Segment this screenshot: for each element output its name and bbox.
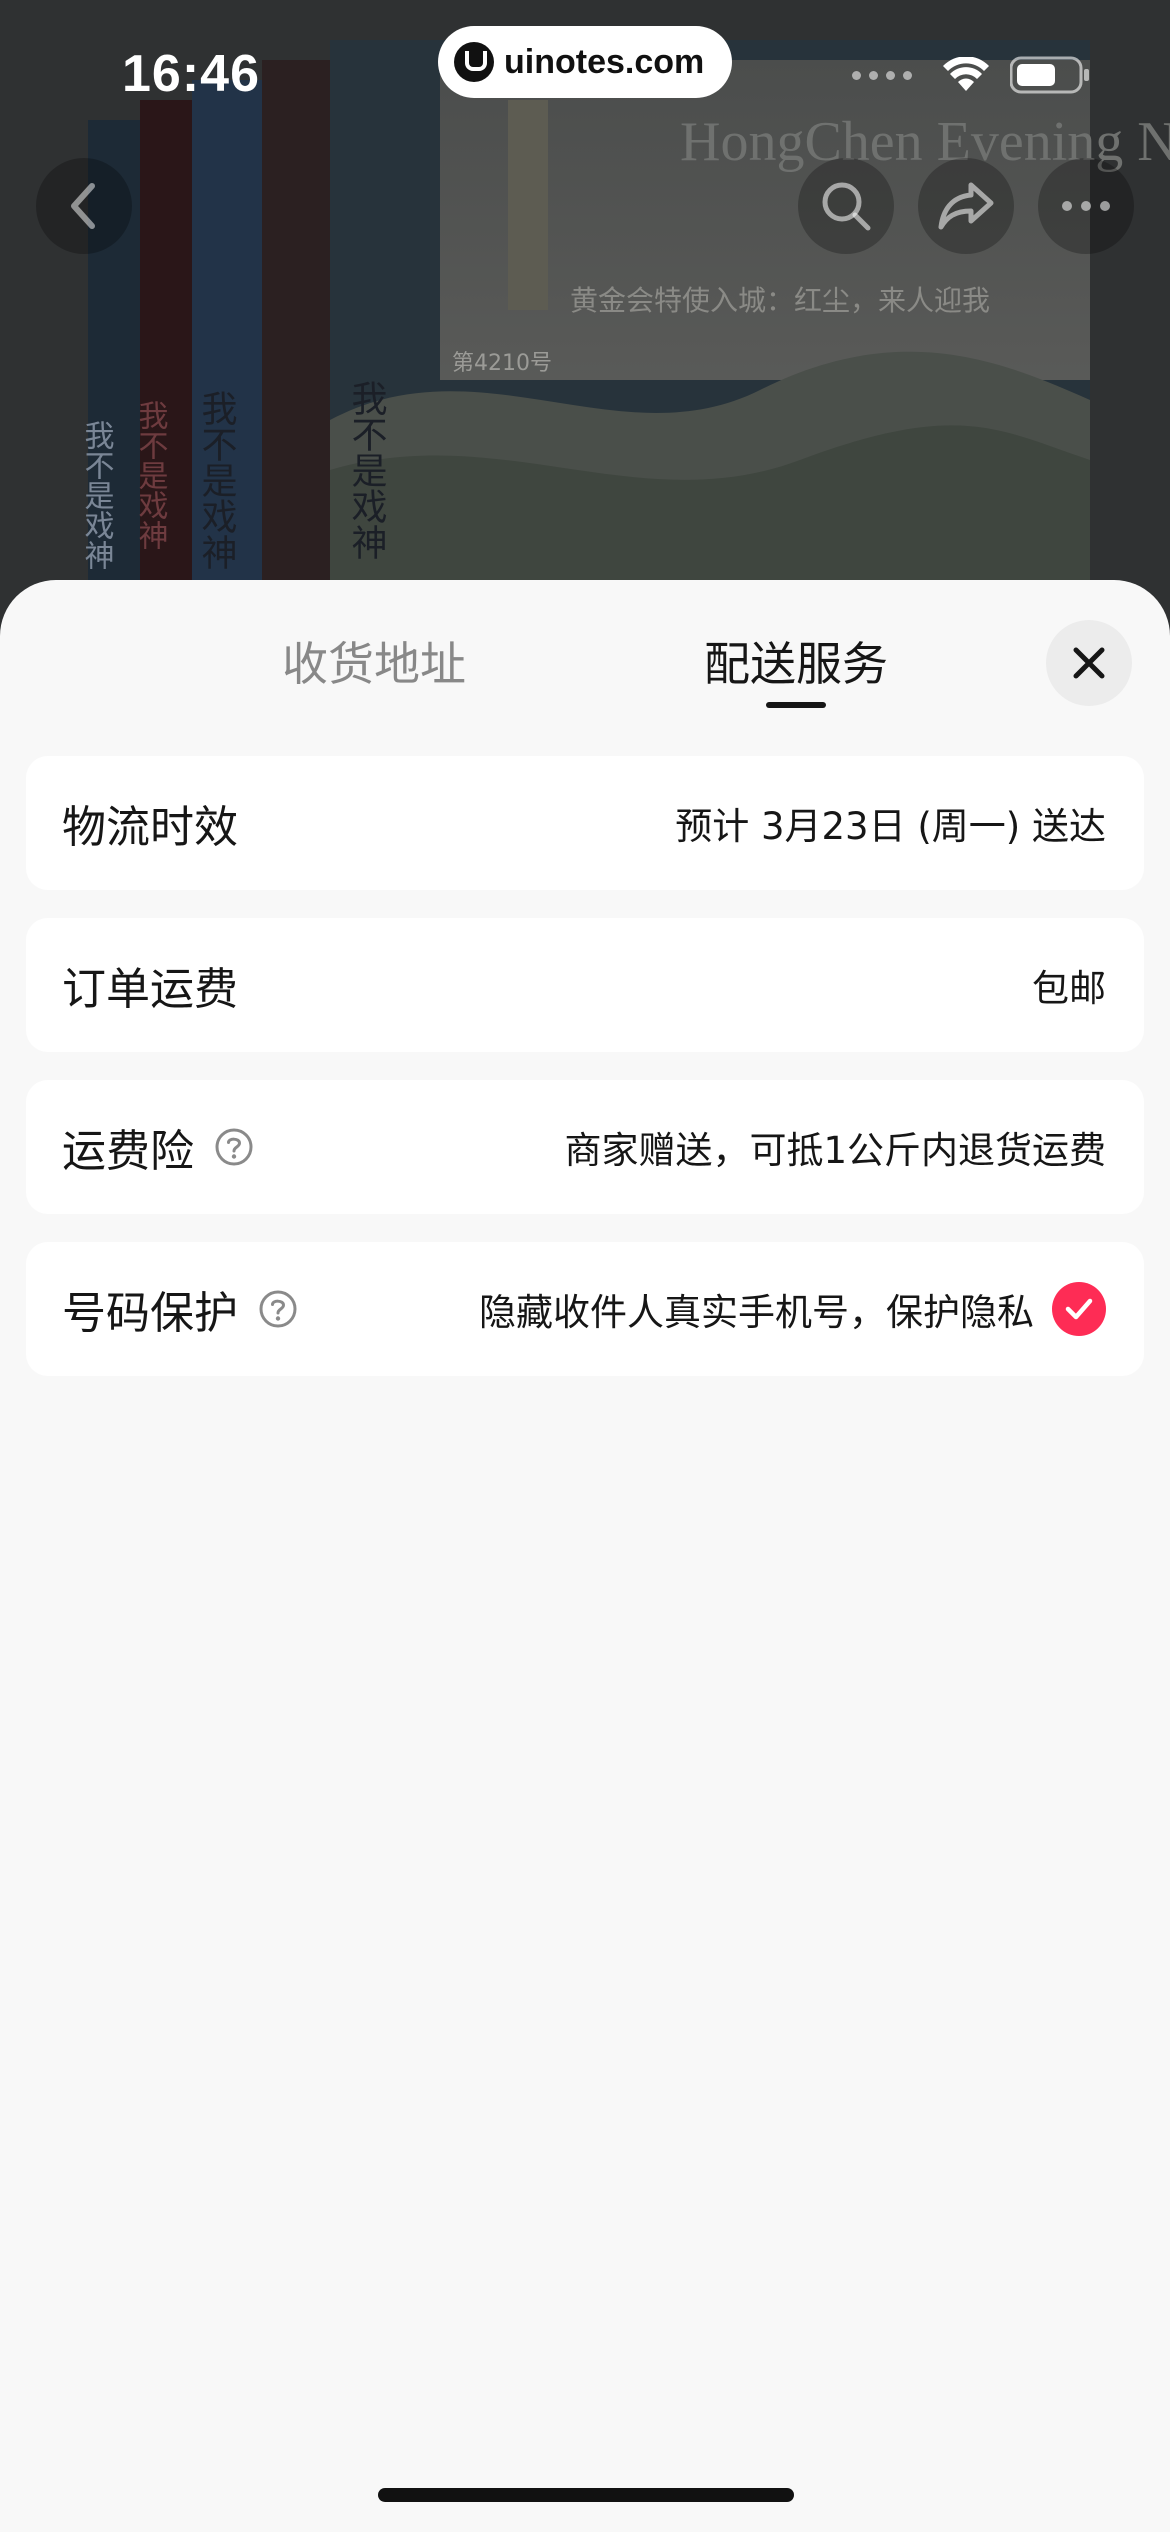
check-circle-icon[interactable] [1052, 1282, 1106, 1336]
back-button[interactable] [36, 158, 132, 254]
tab-delivery-service[interactable]: 配送服务 [704, 628, 888, 694]
more-button[interactable] [1038, 158, 1134, 254]
row-value-group: 隐藏收件人真实手机号，保护隐私 [479, 1282, 1106, 1336]
chevron-left-icon [71, 183, 95, 229]
home-indicator [378, 2488, 794, 2502]
checkmark-icon [1065, 1298, 1093, 1320]
share-icon [938, 182, 994, 230]
row-shipping-insurance: 运费险 商家赠送，可抵1公斤内退货运费 [26, 1080, 1144, 1214]
search-icon [822, 182, 871, 231]
row-label-group: 号码保护 [62, 1277, 298, 1341]
tab-address[interactable]: 收货地址 [282, 628, 466, 694]
question-circle-icon[interactable] [214, 1127, 254, 1167]
row-value: 包邮 [1032, 967, 1106, 1010]
sheet-header: 收货地址 配送服务 [0, 580, 1170, 740]
question-circle-icon[interactable] [258, 1289, 298, 1329]
row-value: 商家赠送，可抵1公斤内退货运费 [564, 1129, 1106, 1172]
status-time: 16:46 [122, 45, 260, 103]
row-number-protection[interactable]: 号码保护 隐藏收件人真实手机号，保护隐私 [26, 1242, 1144, 1376]
row-label: 号码保护 [62, 1288, 238, 1339]
book-title-2: 我不是戏神 [133, 400, 169, 550]
wifi-icon [943, 57, 989, 91]
row-value: 预计 3月23日 (周一) 送达 [675, 805, 1106, 848]
uinotes-logo-icon [454, 42, 494, 82]
share-button[interactable] [918, 158, 1014, 254]
watermark-pill: uinotes.com [438, 26, 732, 98]
battery-icon [1010, 56, 1089, 94]
active-tab-indicator [766, 702, 826, 708]
row-label-group: 运费险 [62, 1115, 254, 1179]
row-shipping-fee: 订单运费 包邮 [26, 918, 1144, 1052]
book-title-3: 我不是戏神 [196, 390, 237, 570]
newspaper-issue: 第4210号 [452, 351, 552, 376]
delivery-sheet: 收货地址 配送服务 物流时效 预计 3月23日 (周一) 送达 订单运费 包邮 … [0, 580, 1170, 2532]
newspaper-headline: 黄金会特使入城：红尘，来人迎我 [570, 284, 990, 317]
row-label: 运费险 [62, 1126, 194, 1177]
close-icon [1073, 647, 1105, 679]
book-title-1: 我不是戏神 [79, 420, 115, 570]
status-icons [852, 56, 1090, 94]
book-title-4: 我不是戏神 [346, 380, 387, 560]
row-label: 订单运费 [62, 964, 238, 1015]
status-bar: 16:46 uinotes.com [0, 0, 1170, 150]
close-button[interactable] [1046, 620, 1132, 706]
more-icon [1062, 201, 1110, 211]
signal-icon [852, 70, 912, 80]
row-delivery-time: 物流时效 预计 3月23日 (周一) 送达 [26, 756, 1144, 890]
watermark-text: uinotes.com [504, 42, 705, 81]
row-value: 隐藏收件人真实手机号，保护隐私 [479, 1291, 1034, 1334]
row-label: 物流时效 [62, 802, 238, 853]
service-list: 物流时效 预计 3月23日 (周一) 送达 订单运费 包邮 运费险 商家赠送，可… [26, 756, 1144, 1404]
search-button[interactable] [798, 158, 894, 254]
